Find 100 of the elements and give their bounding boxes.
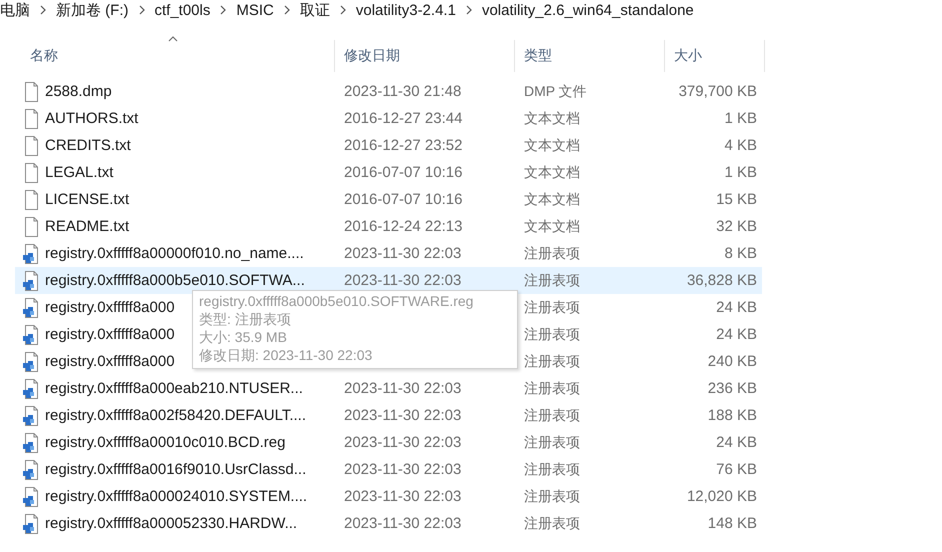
registry-file-icon	[22, 324, 40, 344]
file-type: 注册表项	[524, 244, 580, 262]
file-name[interactable]: LEGAL.txt	[45, 164, 114, 181]
registry-file-icon	[22, 352, 40, 372]
file-size: 8 KB	[724, 245, 757, 262]
registry-file-icon	[22, 270, 40, 290]
column-header[interactable]: 名称	[0, 40, 335, 72]
file-name[interactable]: registry.0xfffff8a000eab210.NTUSER...	[45, 380, 303, 397]
file-type: 注册表项	[524, 380, 580, 398]
file-size: 148 KB	[708, 515, 757, 532]
file-size: 24 KB	[716, 299, 757, 316]
file-size: 36,828 KB	[686, 272, 757, 289]
file-icon	[22, 108, 40, 128]
file-name[interactable]: registry.0xfffff8a00010c010.BCD.reg	[45, 434, 286, 451]
file-type: 注册表项	[524, 272, 580, 290]
modified-date: 2016-12-27 23:52	[344, 137, 462, 154]
file-size: 379,700 KB	[678, 83, 757, 100]
file-name[interactable]: README.txt	[45, 218, 130, 235]
file-icon	[22, 136, 40, 156]
file-size: 188 KB	[708, 407, 757, 424]
file-size: 240 KB	[708, 353, 757, 370]
breadcrumb-item[interactable]: 新加卷 (F:)	[56, 0, 128, 20]
file-type: 注册表项	[524, 298, 580, 316]
file-type: 文本文档	[524, 218, 580, 236]
modified-date: 2016-12-24 22:13	[344, 218, 462, 235]
file-size: 24 KB	[716, 326, 757, 343]
file-name: registry.0xfffff8a000b5e010.SOFTWA...	[45, 272, 305, 289]
chevron-icon	[464, 5, 473, 15]
chevron-icon	[39, 5, 47, 15]
registry-file-icon	[22, 298, 40, 318]
registry-file-icon	[22, 460, 40, 480]
modified-date: 2023-11-30 22:03	[344, 272, 462, 289]
file-size: 24 KB	[716, 434, 757, 451]
tooltip-text: 修改日期: 2023-11-30 22:03	[199, 346, 374, 364]
modified-date: 2023-11-30 22:03	[344, 488, 462, 505]
file-type: 注册表项	[524, 434, 580, 452]
file-name[interactable]: registry.0xfffff8a00000f010.no_name....	[45, 245, 304, 262]
modified-date: 2023-11-30 22:03	[344, 515, 462, 532]
file-type: 注册表项	[524, 406, 580, 424]
modified-date: 2023-11-30 22:03	[344, 380, 462, 397]
file-type: 注册表项	[524, 460, 580, 478]
chevron-icon	[138, 5, 146, 15]
registry-file-icon	[22, 406, 40, 426]
registry-file-icon	[22, 514, 40, 534]
file-name[interactable]: registry.0xfffff8a0016f9010.UsrClassd...	[45, 461, 306, 478]
breadcrumb-item[interactable]: ctf_t00ls	[154, 2, 210, 18]
file-type: 注册表项	[524, 488, 580, 506]
column-header[interactable]: 类型	[515, 40, 665, 72]
file-type: DMP 文件	[524, 82, 587, 100]
modified-date: 2023-11-30 22:03	[344, 434, 462, 451]
chevron-icon	[338, 5, 347, 15]
file-type: 文本文档	[524, 164, 580, 182]
registry-file-icon	[22, 378, 40, 398]
file-size: 1 KB	[724, 110, 757, 127]
file-name[interactable]: LICENSE.txt	[45, 191, 130, 208]
file-name[interactable]: registry.0xfffff8a000	[45, 353, 175, 370]
modified-date: 2023-11-30 22:03	[344, 407, 462, 424]
column-header[interactable]: 大小	[665, 40, 765, 72]
file-name[interactable]: registry.0xfffff8a002f58420.DEFAULT....	[45, 407, 306, 424]
file-name[interactable]: registry.0xfffff8a000024010.SYSTEM....	[45, 488, 308, 505]
file-name[interactable]: registry.0xfffff8a000	[45, 326, 175, 343]
file-size: 15 KB	[716, 191, 757, 208]
registry-file-icon	[22, 244, 40, 264]
modified-date: 2016-12-27 23:44	[344, 110, 462, 127]
file-icon	[22, 190, 40, 210]
file-type: 注册表项	[524, 352, 580, 370]
file-name[interactable]: 2588.dmp	[45, 83, 112, 100]
breadcrumb-item[interactable]: volatility_2.6_win64_standalone	[482, 2, 694, 18]
file-type: 注册表项	[524, 326, 580, 344]
file-size: 1 KB	[724, 164, 757, 181]
modified-date: 2023-11-30 22:03	[344, 245, 462, 262]
file-type: 注册表项	[524, 514, 580, 532]
file-icon	[22, 216, 40, 236]
file-size: 236 KB	[708, 380, 757, 397]
registry-file-icon	[22, 432, 40, 452]
breadcrumb-item[interactable]: 取证	[300, 0, 330, 20]
tooltip-text: 类型: 注册表项	[199, 310, 292, 328]
file-size: 32 KB	[716, 218, 757, 235]
breadcrumb-item[interactable]: volatility3-2.4.1	[356, 2, 456, 18]
chevron-icon	[282, 5, 291, 15]
registry-file-icon	[22, 486, 40, 506]
file-name[interactable]: CREDITS.txt	[45, 137, 131, 154]
file-type: 文本文档	[524, 190, 580, 208]
file-size: 4 KB	[724, 137, 757, 154]
file-icon	[22, 162, 40, 182]
file-name[interactable]: registry.0xfffff8a000052330.HARDW...	[45, 515, 298, 532]
file-row[interactable]: registry.0xfffff8a000b5e010.SOFTWA... 2023-11-30 22:03 注册表项 36,828 KB	[15, 267, 762, 294]
modified-date: 2016-07-07 10:16	[344, 164, 462, 181]
file-type: 文本文档	[524, 110, 580, 128]
file-name[interactable]: AUTHORS.txt	[45, 110, 138, 127]
chevron-icon	[219, 5, 228, 15]
breadcrumb-item[interactable]: 电脑	[0, 0, 30, 20]
file-size: 12,020 KB	[686, 488, 757, 505]
file-size: 76 KB	[716, 461, 757, 478]
file-icon	[22, 82, 40, 102]
tooltip-text: registry.0xfffff8a000b5e010.SOFTWARE.reg	[199, 292, 474, 310]
file-type: 文本文档	[524, 136, 580, 154]
breadcrumb-item[interactable]: MSIC	[236, 2, 274, 18]
column-header[interactable]: 修改日期	[335, 40, 515, 72]
file-name[interactable]: registry.0xfffff8a000	[45, 299, 175, 316]
